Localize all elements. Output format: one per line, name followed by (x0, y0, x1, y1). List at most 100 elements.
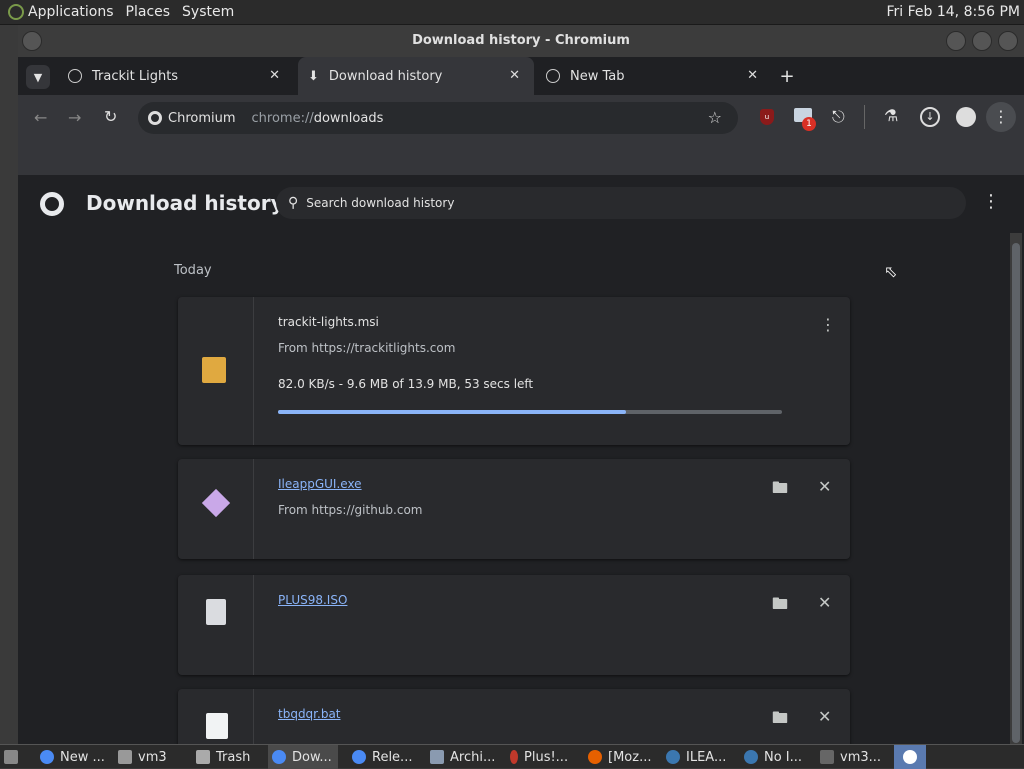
file-name-link[interactable]: tbqdqr.bat (278, 707, 341, 721)
terminal-icon (820, 750, 834, 764)
taskbar-label: vm3... (840, 749, 882, 765)
scrollbar-thumb[interactable] (1012, 243, 1020, 743)
icon-column (178, 575, 254, 675)
tab-search-button[interactable]: ▼ (26, 65, 50, 89)
remove-item-icon[interactable]: ✕ (818, 707, 831, 726)
profile-avatar-icon[interactable] (956, 107, 976, 127)
chromium-icon (903, 750, 917, 764)
top-panel: Applications Places System Fri Feb 14, 8… (0, 0, 1024, 25)
reload-icon[interactable]: ↻ (104, 107, 117, 126)
taskbar-item-active[interactable]: Dow... (268, 745, 338, 769)
taskbar-item[interactable]: vm3... (820, 745, 881, 769)
download-status: 82.0 KB/s - 9.6 MB of 13.9 MB, 53 secs l… (278, 377, 534, 391)
taskbar-item[interactable]: ILEA... (666, 745, 726, 769)
applications-menu[interactable]: Applications (28, 4, 122, 20)
address-bar[interactable]: Chromium chrome://downloads ☆ (138, 102, 738, 134)
taskbar-label: Trash (216, 749, 251, 765)
close-window-button[interactable] (998, 31, 1018, 51)
workspace-switcher[interactable] (894, 745, 926, 769)
download-item: PLUS98.ISO 🖿 ✕ (178, 575, 850, 675)
taskbar-item[interactable]: No I... (744, 745, 802, 769)
maximize-button[interactable] (972, 31, 992, 51)
item-menu-kebab-icon[interactable]: ⋮ (820, 315, 836, 334)
remove-item-icon[interactable]: ✕ (818, 477, 831, 496)
ublock-icon[interactable]: u (760, 109, 774, 125)
taskbar-label: Archi... (450, 749, 496, 765)
tab-strip: ▼ Trackit Lights ✕ ⬇ Download history ✕ … (18, 57, 1024, 95)
search-placeholder: Search download history (306, 196, 455, 210)
labs-flask-icon[interactable]: ⚗ (884, 106, 898, 125)
page-scrollbar[interactable] (1010, 233, 1022, 745)
tab-download-history[interactable]: ⬇ Download history ✕ (298, 57, 534, 95)
icon-column (178, 459, 254, 559)
close-tab-icon[interactable]: ✕ (269, 68, 280, 83)
downloads-icon[interactable]: ↓ (920, 107, 940, 127)
plus-icon: + (779, 65, 795, 87)
progress-fill (278, 410, 626, 414)
tab-new-tab[interactable]: New Tab ✕ (536, 57, 772, 95)
show-desktop-icon[interactable] (4, 745, 24, 769)
taskbar-label: vm3 (138, 749, 167, 765)
back-arrow-icon[interactable]: ← (34, 108, 47, 127)
file-name-link[interactable]: PLUS98.ISO (278, 593, 347, 607)
taskbar-item[interactable]: Trash (196, 745, 250, 769)
search-icon: ⚲ (288, 195, 299, 211)
download-item: trackit-lights.msi From https://trackitl… (178, 297, 850, 445)
gnome-logo-icon[interactable] (8, 4, 24, 20)
show-in-folder-icon[interactable]: 🖿 (772, 593, 788, 620)
extensions-puzzle-icon[interactable]: ⎋ (832, 107, 845, 127)
extension-badge: 1 (802, 117, 816, 131)
file-name-link[interactable]: IleappGUI.exe (278, 477, 362, 491)
minimize-button[interactable] (946, 31, 966, 51)
tab-label: Download history (328, 68, 443, 84)
download-icon: ⬇ (308, 68, 319, 84)
icon-column (178, 689, 254, 745)
taskbar-item[interactable]: New ... (40, 745, 105, 769)
new-tab-button[interactable]: + (776, 57, 798, 95)
taskbar: New ... vm3 Trash Dow... Rele... Archi..… (0, 744, 1024, 769)
url-prefix: chrome:// (251, 110, 314, 126)
taskbar-label: Dow... (292, 749, 332, 765)
url-path: downloads (313, 110, 384, 126)
tab-trackit-lights[interactable]: Trackit Lights ✕ (58, 57, 294, 95)
chrome-logo-icon (40, 192, 64, 216)
file-source: From https://github.com (278, 503, 423, 517)
icon-column (178, 297, 254, 445)
globe-icon (546, 69, 560, 83)
taskbar-item[interactable]: Archi... (430, 745, 495, 769)
chromium-icon (40, 750, 54, 764)
script-file-icon (206, 713, 228, 739)
system-menu[interactable]: System (182, 4, 242, 20)
places-menu[interactable]: Places (126, 4, 179, 20)
site-chip[interactable]: Chromium (168, 111, 236, 126)
package-file-icon (202, 357, 226, 383)
chromium-icon (272, 750, 286, 764)
taskbar-item[interactable]: Rele... (352, 745, 412, 769)
taskbar-item[interactable]: [Moz... (588, 745, 651, 769)
executable-file-icon (201, 488, 231, 518)
firefox-icon (588, 750, 602, 764)
show-in-folder-icon[interactable]: 🖿 (772, 707, 788, 734)
taskbar-item[interactable]: Plus!... (510, 745, 568, 769)
download-item: IleappGUI.exe From https://github.com 🖿 … (178, 459, 850, 559)
progress-track (278, 410, 782, 414)
remove-item-icon[interactable]: ✕ (818, 593, 831, 612)
window-titlebar[interactable]: Download history - Chromium (18, 25, 1024, 57)
clock[interactable]: Fri Feb 14, 8:56 PM (887, 4, 1021, 20)
chromium-logo-icon (148, 111, 162, 125)
taskbar-label: [Moz... (608, 749, 652, 765)
page-header: Download history ⚲ Search download histo… (18, 175, 1024, 231)
bookmark-star-icon[interactable]: ☆ (708, 108, 722, 127)
close-tab-icon[interactable]: ✕ (509, 68, 520, 83)
taskbar-item[interactable]: vm3 (118, 745, 167, 769)
generic-file-icon (206, 599, 226, 625)
forward-arrow-icon[interactable]: → (68, 108, 81, 127)
globe-icon (68, 69, 82, 83)
show-in-folder-icon[interactable]: 🖿 (772, 477, 788, 504)
page-menu-kebab-icon[interactable]: ⋮ (982, 191, 1000, 212)
window-menu-button[interactable] (22, 31, 42, 51)
downloads-page: Download history ⚲ Search download histo… (18, 175, 1024, 745)
browser-menu-kebab-icon[interactable]: ⋮ (986, 102, 1016, 132)
search-input[interactable]: ⚲ Search download history (276, 187, 966, 219)
close-tab-icon[interactable]: ✕ (747, 68, 758, 83)
